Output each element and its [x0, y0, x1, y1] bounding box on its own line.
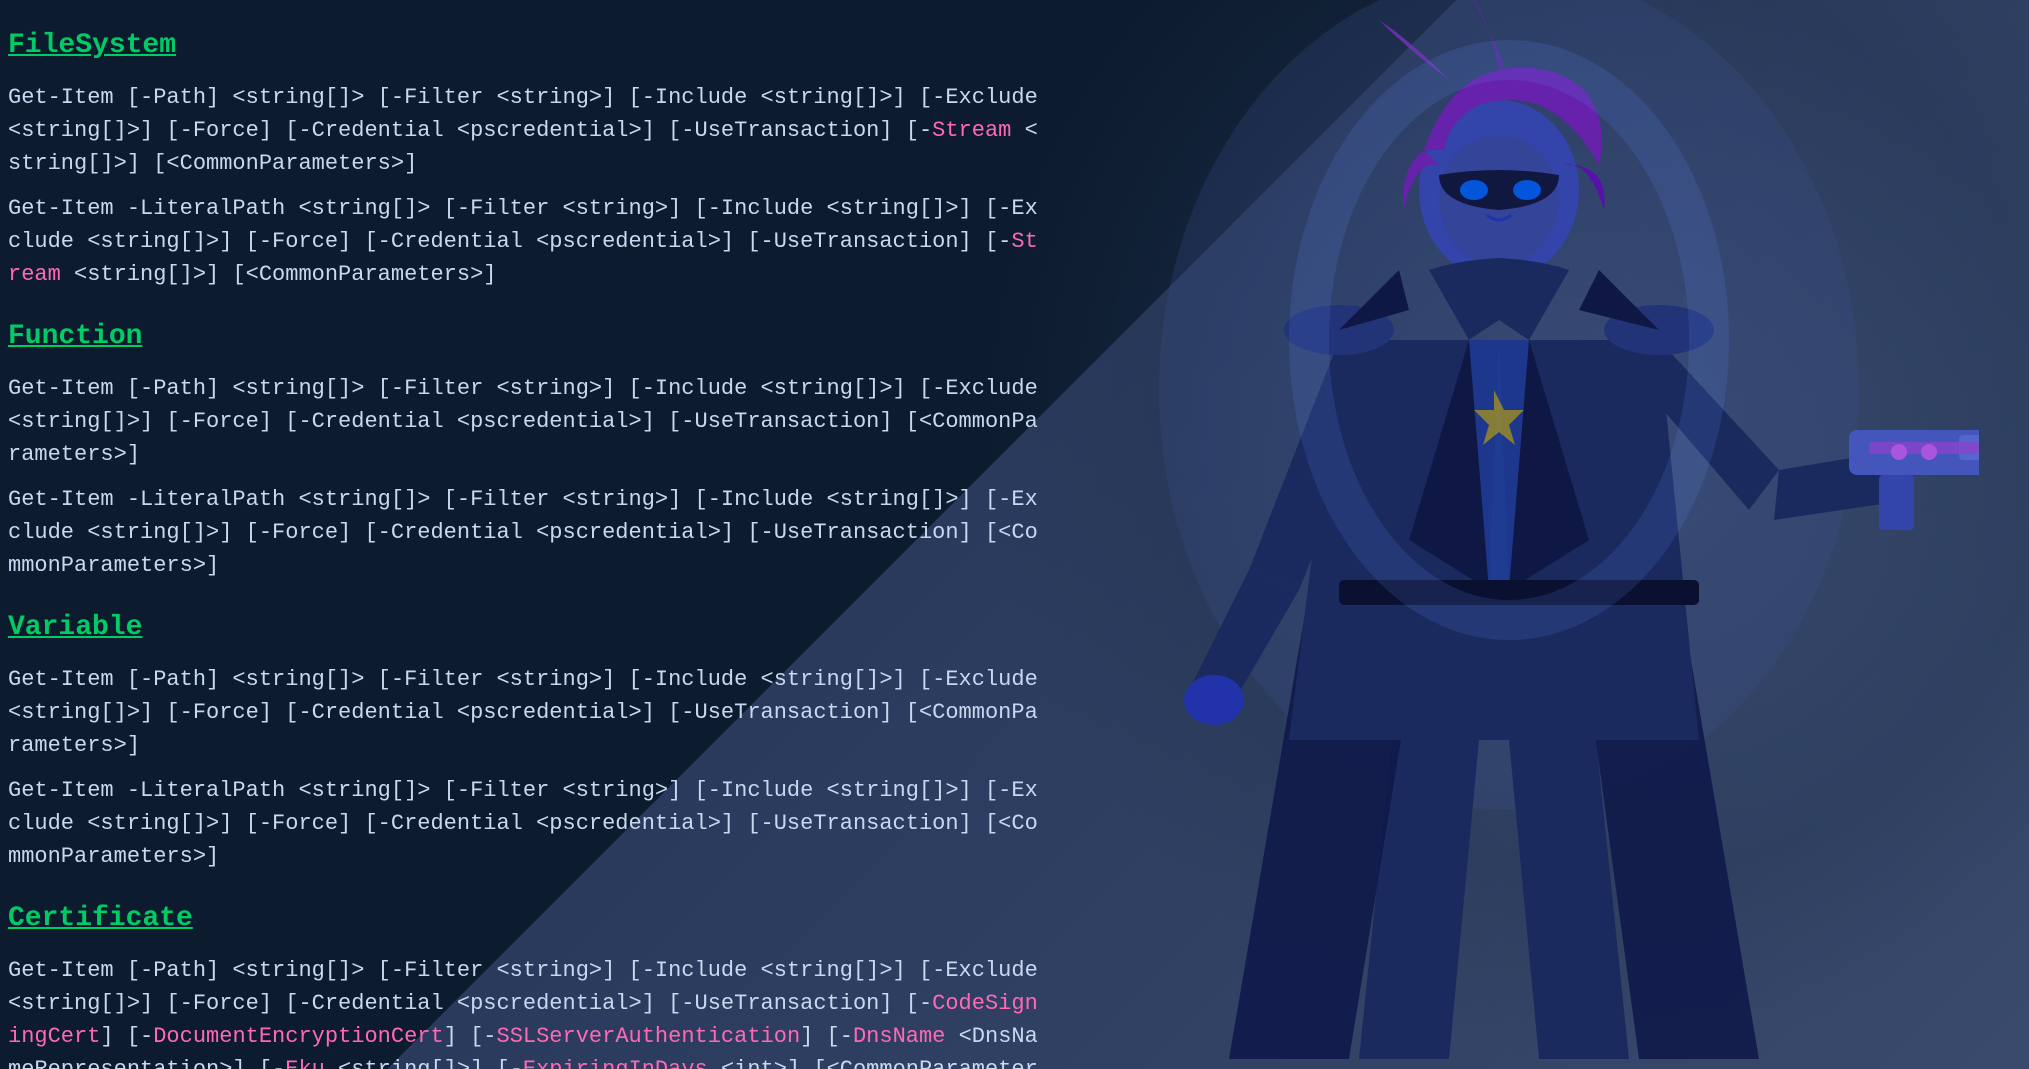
expiringindays-highlight: ExpiringInDays — [523, 1057, 708, 1069]
variable-section: Variable Get-Item [-Path] <string[]> [-F… — [8, 612, 1040, 873]
filesystem-command-1: Get-Item [-Path] <string[]> [-Filter <st… — [8, 81, 1040, 180]
character-svg — [1029, 0, 1979, 1069]
function-command-1: Get-Item [-Path] <string[]> [-Filter <st… — [8, 372, 1040, 471]
filesystem-command-2: Get-Item -LiteralPath <string[]> [-Filte… — [8, 192, 1040, 291]
stream-highlight-1: Stream — [932, 118, 1011, 143]
function-section: Function Get-Item [-Path] <string[]> [-F… — [8, 321, 1040, 582]
function-command-2: Get-Item -LiteralPath <string[]> [-Filte… — [8, 483, 1040, 582]
main-content: FileSystem Get-Item [-Path] <string[]> [… — [0, 0, 1060, 1069]
variable-command-2: Get-Item -LiteralPath <string[]> [-Filte… — [8, 774, 1040, 873]
variable-command-1: Get-Item [-Path] <string[]> [-Filter <st… — [8, 663, 1040, 762]
documentencryptioncert-highlight: DocumentEncryptionCert — [153, 1024, 443, 1049]
certificate-header: Certificate — [8, 903, 1040, 934]
variable-header: Variable — [8, 612, 1040, 643]
function-header: Function — [8, 321, 1040, 352]
filesystem-header: FileSystem — [8, 30, 1040, 61]
eku-highlight: Eku — [285, 1057, 325, 1069]
filesystem-section: FileSystem Get-Item [-Path] <string[]> [… — [8, 30, 1040, 291]
sslauthentication-highlight: SSLServerAuthentication — [497, 1024, 801, 1049]
stream-highlight-2: Stream — [8, 229, 1038, 287]
certificate-section: Certificate Get-Item [-Path] <string[]> … — [8, 903, 1040, 1069]
character-illustration — [979, 0, 2029, 1069]
dnsname-highlight: DnsName — [853, 1024, 945, 1049]
certificate-command-1: Get-Item [-Path] <string[]> [-Filter <st… — [8, 954, 1040, 1069]
